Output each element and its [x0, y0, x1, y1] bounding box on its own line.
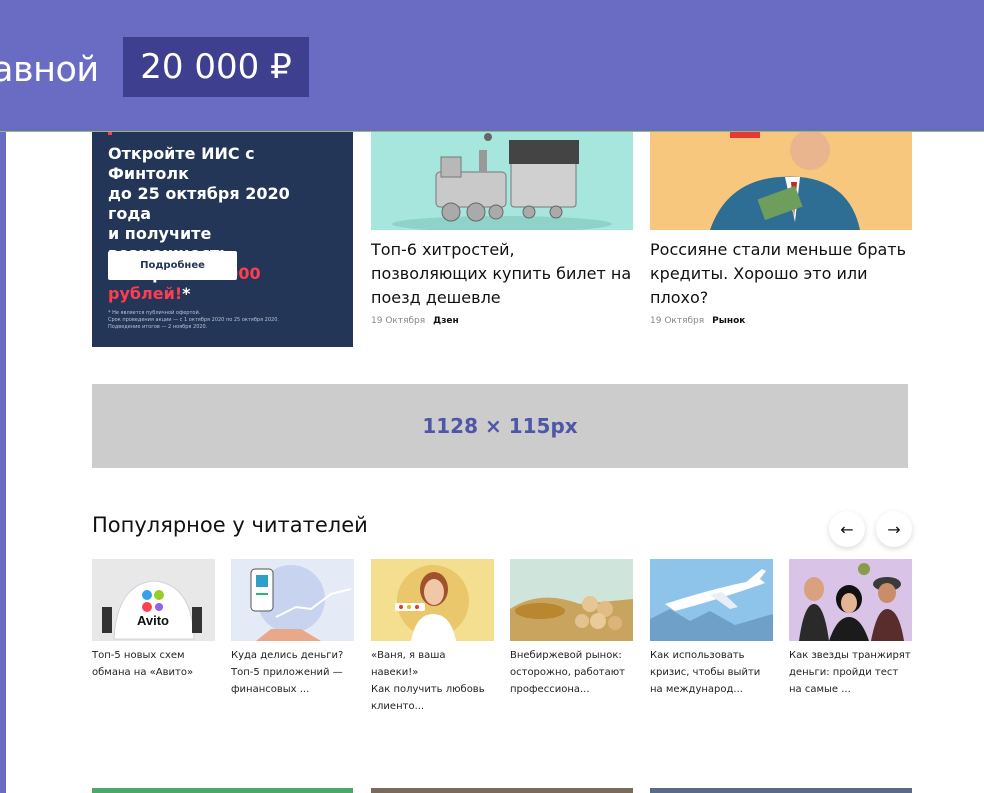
popular-item[interactable]: Avito Топ-5 новых схем обмана на «Авито» — [92, 559, 215, 681]
celebrities-illustration — [789, 559, 912, 641]
avito-illustration: Avito — [92, 559, 215, 641]
train-chest-illustration — [371, 132, 633, 230]
article-card[interactable]: Топ-6 хитростей, позволяющих купить биле… — [371, 132, 633, 326]
businessman-illustration — [650, 132, 912, 230]
arrow-left-icon[interactable]: ← — [829, 511, 865, 547]
article-category[interactable]: Дзен — [433, 316, 459, 326]
next-card-edge — [650, 788, 912, 793]
money-man-image[interactable] — [650, 132, 912, 230]
plane-thumb[interactable] — [650, 559, 773, 641]
article-meta: 19 Октября Рынок — [650, 316, 912, 326]
celebrities-thumb[interactable] — [789, 559, 912, 641]
article-title[interactable]: Топ-6 хитростей, позволяющих купить биле… — [371, 238, 633, 310]
popular-item[interactable]: Как звезды транжирят деньги: пройди тест… — [789, 559, 912, 698]
popular-item[interactable]: «Ваня, я ваша навеки!» Как получить любо… — [371, 559, 494, 715]
plane-illustration — [650, 559, 773, 641]
promo-accent-mark — [108, 132, 112, 135]
promo-fine-print: * Не является публичной офертой. Срок пр… — [108, 310, 279, 330]
phone-illustration — [231, 559, 354, 641]
ad-placeholder[interactable]: 1128 × 115px — [92, 384, 908, 468]
popular-caption[interactable]: Куда делись деньги? Топ-5 приложений — ф… — [231, 647, 354, 698]
section-title: Популярное у читателей — [92, 513, 368, 537]
nuts-illustration — [510, 559, 633, 641]
article-title[interactable]: Россияне стали меньше брать кредиты. Хор… — [650, 238, 912, 310]
article-date: 19 Октября — [371, 316, 426, 326]
article-meta: 19 Октября Дзен — [371, 316, 633, 326]
next-card-edge — [371, 788, 633, 793]
popular-item[interactable]: Куда делись деньги? Топ-5 приложений — ф… — [231, 559, 354, 698]
article-card[interactable]: Россияне стали меньше брать кредиты. Хор… — [650, 132, 912, 326]
banner-text: авной — [0, 50, 99, 90]
top-banner[interactable]: авной 20 000 ₽ — [0, 0, 984, 132]
popular-caption[interactable]: Как использовать кризис, чтобы выйти на … — [650, 647, 773, 698]
promo-headline: Откройте ИИС с Финтолк до 25 октября 202… — [108, 144, 290, 303]
train-image[interactable] — [371, 132, 633, 230]
article-date: 19 Октября — [650, 316, 705, 326]
popular-caption[interactable]: Топ-5 новых схем обмана на «Авито» — [92, 647, 215, 681]
avito-thumb[interactable]: Avito — [92, 559, 215, 641]
popular-item[interactable]: Как использовать кризис, чтобы выйти на … — [650, 559, 773, 698]
popular-item[interactable]: Внебиржевой рынок: осторожно, работают п… — [510, 559, 633, 698]
popular-caption[interactable]: «Ваня, я ваша навеки!» Как получить любо… — [371, 647, 494, 715]
article-category[interactable]: Рынок — [712, 316, 745, 326]
phone-app-thumb[interactable] — [231, 559, 354, 641]
promo-card[interactable]: Откройте ИИС с Финтолк до 25 октября 202… — [92, 132, 353, 347]
promo-more-button[interactable]: Подробнее — [108, 251, 237, 280]
arrow-right-icon[interactable]: → — [876, 511, 912, 547]
next-card-edge — [92, 788, 353, 793]
popular-caption[interactable]: Как звезды транжирят деньги: пройди тест… — [789, 647, 912, 698]
girl-illustration — [371, 559, 494, 641]
nuts-thumb[interactable] — [510, 559, 633, 641]
avito-logo-text: Avito — [137, 613, 169, 628]
popular-caption[interactable]: Внебиржевой рынок: осторожно, работают п… — [510, 647, 633, 698]
girl-thumb[interactable] — [371, 559, 494, 641]
banner-amount-badge[interactable]: 20 000 ₽ — [123, 37, 309, 97]
